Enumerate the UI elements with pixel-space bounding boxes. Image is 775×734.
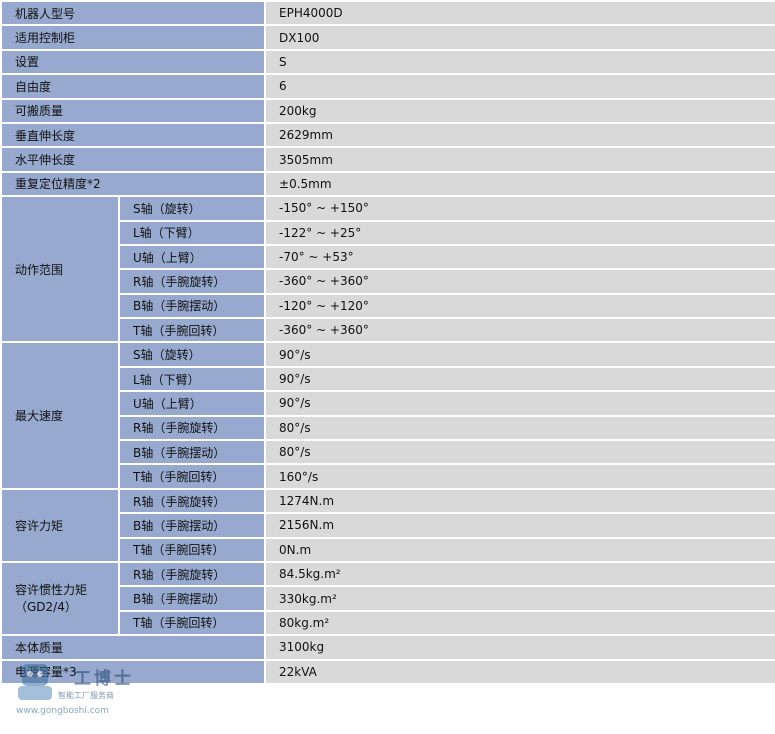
- row-value-mass: 3100kg: [264, 634, 775, 661]
- axis-label: R轴（手腕旋转）: [117, 414, 267, 442]
- axis-value: -70° ~ +53°: [264, 243, 775, 271]
- axis-value: -120° ~ +120°: [264, 292, 775, 320]
- axis-value: 80°/s: [264, 414, 775, 442]
- spec-table: 机器人型号 EPH4000D 适用控制柜 DX100 设置 S 自由度 6 可搬…: [0, 0, 775, 685]
- axis-value: -360° ~ +360°: [264, 268, 775, 295]
- axis-label: T轴（手腕回转）: [117, 609, 267, 637]
- row-value-dof: 6: [264, 73, 775, 100]
- table-row: 自由度 6: [0, 73, 775, 100]
- axis-value: 80kg.m²: [264, 609, 775, 637]
- axis-label: R轴（手腕旋转）: [117, 560, 267, 588]
- table-row: 最大速度 S轴（旋转） 90°/s: [0, 341, 775, 490]
- table-row: 容许惯性力矩（GD2/4） R轴（手腕旋转） 84.5kg.m²: [0, 560, 775, 637]
- group-label-max-speed: 最大速度: [0, 341, 120, 490]
- row-label-controller: 适用控制柜: [0, 24, 267, 51]
- watermark-url: www.gongboshi.com: [16, 706, 109, 716]
- row-value-power: 22kVA: [264, 658, 775, 685]
- watermark-tagline: 智能工厂服务商: [58, 691, 114, 700]
- axis-value: -122° ~ +25°: [264, 219, 775, 246]
- row-value-repeat: ±0.5mm: [264, 170, 775, 198]
- table-row: 设置 S: [0, 48, 775, 76]
- axis-value: 2156N.m: [264, 512, 775, 539]
- row-label-mass: 本体质量: [0, 634, 267, 661]
- axis-value: 80°/s: [264, 439, 775, 466]
- axis-value: -150° ~ +150°: [264, 195, 775, 222]
- axis-label: B轴（手腕摆动）: [117, 585, 267, 612]
- row-value-hreach: 3505mm: [264, 146, 775, 173]
- axis-label: S轴（旋转）: [117, 341, 267, 368]
- axis-label: S轴（旋转）: [117, 195, 267, 222]
- table-row: 电源容量*3 22kVA: [0, 658, 775, 685]
- axis-label: R轴（手腕旋转）: [117, 268, 267, 295]
- row-label-setting: 设置: [0, 48, 267, 76]
- axis-label: L轴（下臂）: [117, 365, 267, 393]
- group-label-torque: 容许力矩: [0, 487, 120, 563]
- row-label-dof: 自由度: [0, 73, 267, 100]
- axis-label: R轴（手腕旋转）: [117, 487, 267, 515]
- axis-label: T轴（手腕回转）: [117, 536, 267, 564]
- table-row: 重复定位精度*2 ±0.5mm: [0, 170, 775, 198]
- row-label-model: 机器人型号: [0, 0, 267, 27]
- table-row: 可搬质量 200kg: [0, 97, 775, 124]
- table-row: 容许力矩 R轴（手腕旋转） 1274N.m: [0, 487, 775, 563]
- axis-label: B轴（手腕摆动）: [117, 292, 267, 320]
- row-value-payload: 200kg: [264, 97, 775, 124]
- axis-value: 90°/s: [264, 390, 775, 417]
- axis-value: 90°/s: [264, 341, 775, 368]
- row-value-setting: S: [264, 48, 775, 76]
- axis-label: U轴（上臂）: [117, 390, 267, 417]
- table-row: 动作范围 S轴（旋转） -150° ~ +150°: [0, 195, 775, 344]
- axis-label: B轴（手腕摆动）: [117, 439, 267, 466]
- table-row: 机器人型号 EPH4000D: [0, 0, 775, 27]
- axis-value: 0N.m: [264, 536, 775, 564]
- row-label-repeat: 重复定位精度*2: [0, 170, 267, 198]
- axis-label: L轴（下臂）: [117, 219, 267, 246]
- axis-value: 90°/s: [264, 365, 775, 393]
- axis-label: T轴（手腕回转）: [117, 463, 267, 490]
- axis-label: U轴（上臂）: [117, 243, 267, 271]
- axis-value: 160°/s: [264, 463, 775, 490]
- row-value-controller: DX100: [264, 24, 775, 51]
- table-row: 水平伸长度 3505mm: [0, 146, 775, 173]
- group-label-motion-range: 动作范围: [0, 195, 120, 344]
- row-value-model: EPH4000D: [264, 0, 775, 27]
- group-label-inertia: 容许惯性力矩（GD2/4）: [0, 560, 120, 637]
- row-label-power: 电源容量*3: [0, 658, 267, 685]
- axis-label: B轴（手腕摆动）: [117, 512, 267, 539]
- row-label-hreach: 水平伸长度: [0, 146, 267, 173]
- row-label-vreach: 垂直伸长度: [0, 121, 267, 149]
- table-row: 本体质量 3100kg: [0, 634, 775, 661]
- table-row: 适用控制柜 DX100: [0, 24, 775, 51]
- axis-value: 1274N.m: [264, 487, 775, 515]
- axis-value: -360° ~ +360°: [264, 317, 775, 344]
- row-label-payload: 可搬质量: [0, 97, 267, 124]
- table-row: 垂直伸长度 2629mm: [0, 121, 775, 149]
- axis-value: 330kg.m²: [264, 585, 775, 612]
- axis-label: T轴（手腕回转）: [117, 317, 267, 344]
- axis-value: 84.5kg.m²: [264, 560, 775, 588]
- row-value-vreach: 2629mm: [264, 121, 775, 149]
